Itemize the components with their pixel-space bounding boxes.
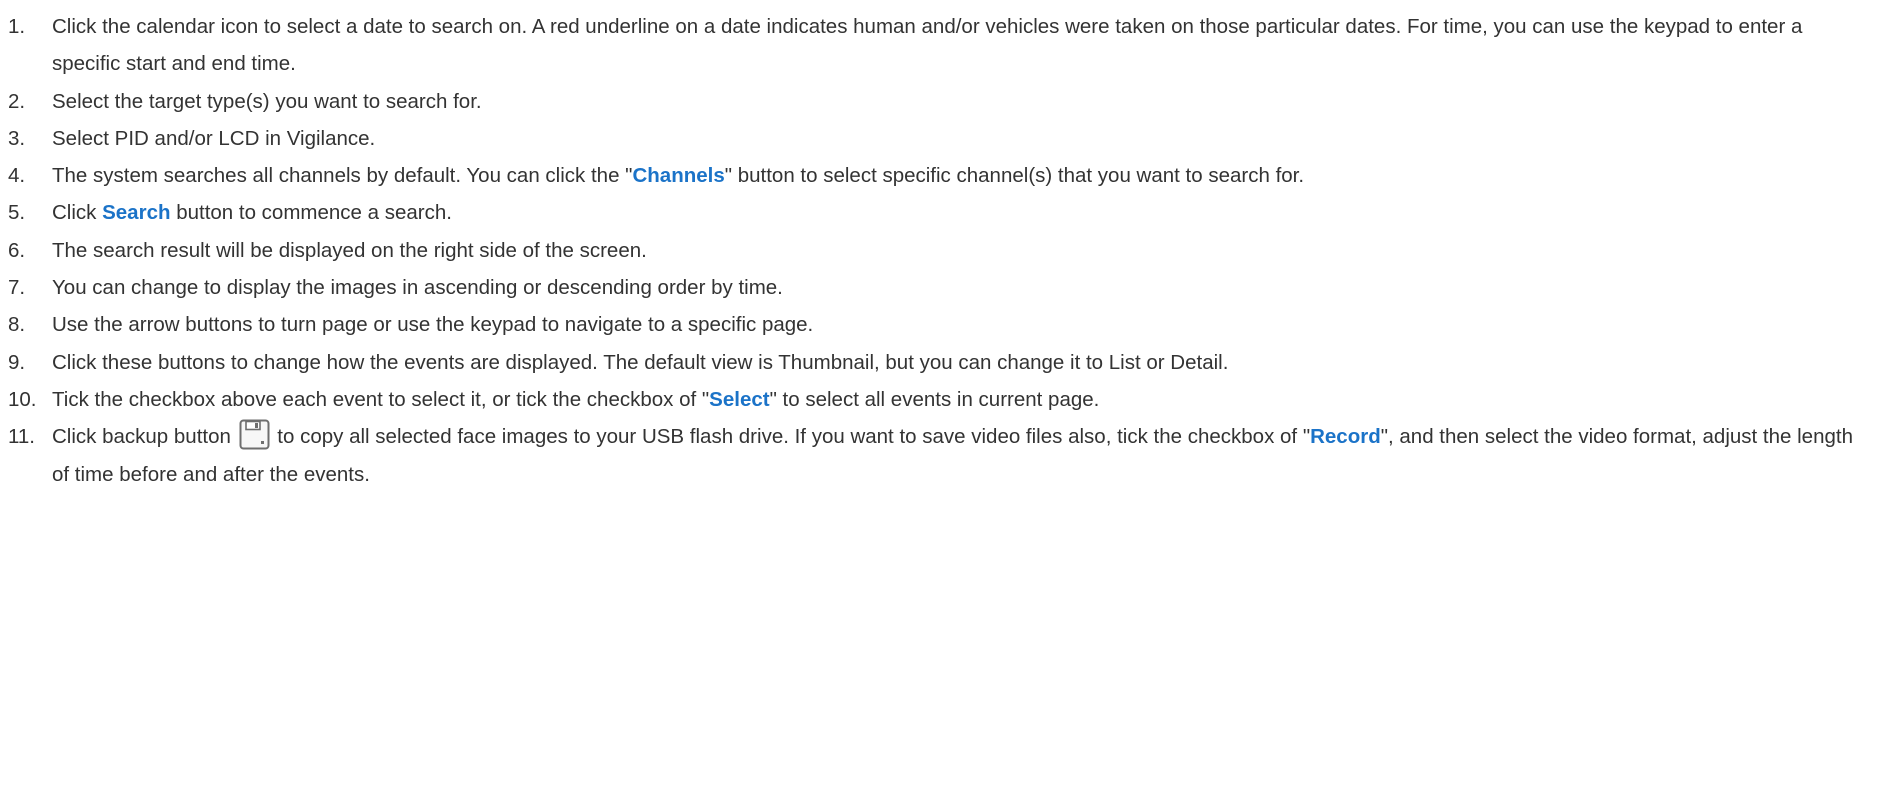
step-text-part: Tick the checkbox above each event to se… [52, 387, 710, 411]
step-8: 8. Use the arrow buttons to turn page or… [0, 306, 1881, 343]
step-text: Click Search button to commence a search… [52, 194, 1881, 231]
step-text-part: " button to select specific channel(s) t… [724, 164, 1305, 188]
step-11: 11. Click backup button to copy all sele… [0, 418, 1881, 493]
step-7: 7. You can change to display the images … [0, 269, 1881, 306]
step-text-part: to copy all selected face images to your… [271, 425, 1311, 449]
step-text-part: button to commence a search. [170, 201, 452, 225]
instruction-list: 1. Click the calendar icon to select a d… [0, 0, 1881, 493]
step-3: 3. Select PID and/or LCD in Vigilance. [0, 120, 1881, 157]
step-number: 8. [8, 313, 26, 337]
step-text: Select PID and/or LCD in Vigilance. [52, 126, 376, 150]
step-text: Click backup button to copy all selected… [52, 418, 1881, 493]
step-number: 4. [8, 164, 26, 188]
step-number: 9. [8, 350, 26, 374]
step-text-part: Click [52, 201, 103, 225]
step-text: The search result will be displayed on t… [52, 238, 647, 262]
step-5: 5. Click Search button to commence a sea… [0, 194, 1881, 231]
step-number: 1. [8, 15, 26, 38]
channels-keyword: Channels [632, 164, 725, 188]
step-text: The system searches all channels by defa… [52, 157, 1881, 194]
step-text: You can change to display the images in … [52, 276, 783, 300]
step-text: Click these buttons to change how the ev… [52, 350, 1229, 374]
step-1: 1. Click the calendar icon to select a d… [0, 8, 1881, 83]
step-text-part: " to select all events in current page. [769, 387, 1100, 411]
step-number: 6. [8, 238, 26, 262]
step-text: Use the arrow buttons to turn page or us… [52, 313, 814, 337]
step-text-part: The system searches all channels by defa… [52, 164, 633, 188]
record-keyword: Record [1310, 425, 1381, 449]
step-text: Click the calendar icon to select a date… [52, 15, 1803, 76]
step-6: 6. The search result will be displayed o… [0, 232, 1881, 269]
search-keyword: Search [102, 201, 171, 225]
step-text: Tick the checkbox above each event to se… [52, 381, 1881, 418]
step-text: Select the target type(s) you want to se… [52, 89, 482, 113]
step-text-part: Click backup button [52, 425, 237, 449]
step-number: 7. [8, 276, 26, 300]
select-keyword: Select [709, 387, 770, 411]
step-9: 9. Click these buttons to change how the… [0, 344, 1881, 381]
step-2: 2. Select the target type(s) you want to… [0, 83, 1881, 120]
floppy-disk-icon [239, 419, 270, 450]
step-number: 2. [8, 89, 26, 113]
step-number: 11. [8, 425, 35, 449]
step-number: 10. [8, 387, 37, 411]
step-number: 5. [8, 201, 26, 225]
step-10: 10. Tick the checkbox above each event t… [0, 381, 1881, 418]
step-4: 4. The system searches all channels by d… [0, 157, 1881, 194]
step-number: 3. [8, 126, 26, 150]
